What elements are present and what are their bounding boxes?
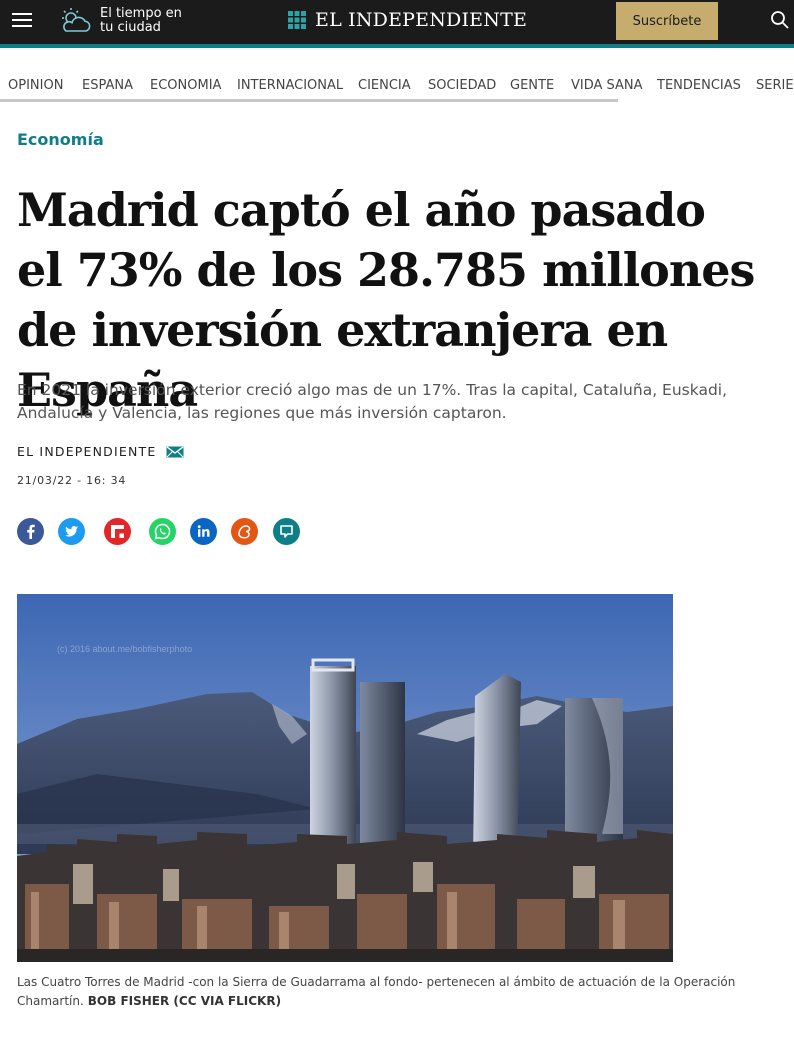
nav-item-ciencia[interactable]: CIENCIA [358,78,411,93]
nav-item-vida-sana[interactable]: VIDA SANA [571,78,643,93]
logo-text: EL INDEPENDIENTE [315,9,528,31]
photo-credit: BOB FISHER (CC VIA FLICKR) [87,994,282,1008]
linkedin-icon [190,518,217,545]
publish-date: 21/03/22 - 16: 34 [17,474,127,487]
share-whatsapp-button[interactable] [149,518,176,545]
nav-item-sociedad[interactable]: SOCIEDAD [428,78,496,93]
meneame-icon [231,518,258,545]
header-accent-line [0,44,794,48]
share-meneame-button[interactable] [231,518,258,545]
weather-label-line2: tu ciudad [100,20,161,35]
site-logo[interactable]: EL INDEPENDIENTE [288,8,527,32]
twitter-icon [58,518,85,545]
article-standfirst: En 2021 la inversión exterior creció alg… [17,381,728,422]
weather-link[interactable]: El tiempo en tu ciudad [58,5,182,37]
menu-icon[interactable] [12,11,34,29]
facebook-icon [17,518,44,545]
logo-mark-icon [288,11,306,29]
search-icon[interactable] [770,10,790,30]
share-twitter-button[interactable] [58,518,85,545]
article-photo: (c) 2016 about.me/bobfisherphoto [17,594,673,962]
whatsapp-icon [149,518,176,545]
photo-caption: Las Cuatro Torres de Madrid -con la Sier… [17,973,757,1011]
mail-icon[interactable] [166,445,184,458]
share-linkedin-button[interactable] [190,518,217,545]
photo-watermark: (c) 2016 about.me/bobfisherphoto [57,644,192,654]
nav-item-internacional[interactable]: INTERNACIONAL [237,78,343,93]
author-byline: EL INDEPENDIENTE [17,444,184,459]
top-bar: El tiempo en tu ciudad EL INDEPENDIENTE … [0,0,794,44]
section-label[interactable]: Economía [17,130,104,149]
nav-scrollbar[interactable] [0,99,618,102]
weather-icon [62,8,91,32]
nav-item-economia[interactable]: ECONOMÍA [150,78,221,93]
comments-icon [273,518,300,545]
author-name[interactable]: EL INDEPENDIENTE [17,444,156,459]
share-facebook-button[interactable] [17,518,44,545]
share-flipboard-button[interactable] [104,518,131,545]
nav-item-gente[interactable]: GENTE [510,78,554,93]
section-nav: OPINIÓN ESPAÑA ECONOMÍA INTERNACIONAL CI… [0,78,794,98]
madrid-skyline-image: (c) 2016 about.me/bobfisherphoto [17,594,673,962]
subscribe-button[interactable]: Suscríbete [616,2,718,40]
weather-label-line1: El tiempo en [100,6,182,21]
nav-item-tendencias[interactable]: TENDENCIAS [657,78,741,93]
flipboard-icon [104,518,131,545]
nav-item-opinion[interactable]: OPINIÓN [8,78,63,93]
nav-item-series[interactable]: SERIES [756,78,794,93]
comments-button[interactable] [273,518,300,545]
nav-item-espana[interactable]: ESPAÑA [82,78,133,93]
